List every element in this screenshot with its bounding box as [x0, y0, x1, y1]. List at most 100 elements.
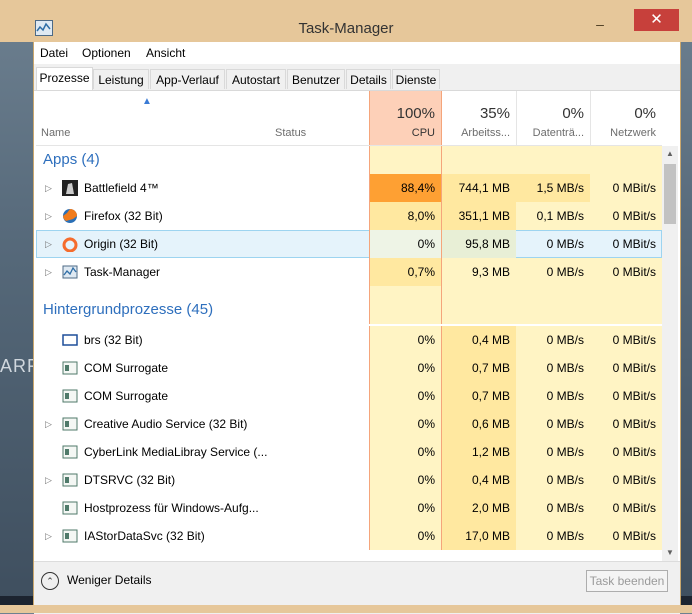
tab-dienste[interactable]: Dienste — [392, 69, 440, 89]
vertical-scrollbar[interactable]: ▲ ▼ — [662, 146, 678, 561]
memory-cell: 17,0 MB — [442, 522, 516, 550]
group-title-background: Hintergrundprozesse (45) — [43, 301, 214, 318]
column-cpu[interactable]: 100% CPU — [369, 91, 442, 145]
disk-label: Datenträ... — [532, 127, 584, 139]
column-network[interactable]: 0% Netzwerk — [590, 91, 662, 145]
table-row[interactable]: COM Surrogate 0% 0,7 MB 0 MB/s 0 MBit/s — [36, 354, 662, 382]
cpu-cell — [369, 296, 442, 324]
service-icon — [62, 528, 78, 544]
table-row[interactable]: ▷ Firefox (32 Bit) 8,0% 351,1 MB 0,1 MB/… — [36, 202, 662, 230]
table-row[interactable]: ▷ Task-Manager 0,7% 9,3 MB 0 MB/s 0 MBit… — [36, 258, 662, 286]
table-row[interactable]: Hostprozess für Windows-Aufg... 0% 2,0 M… — [36, 494, 662, 522]
process-name: IAStorDataSvc (32 Bit) — [84, 529, 205, 543]
process-name: Hostprozess für Windows-Aufg... — [84, 501, 259, 515]
disk-cell — [516, 146, 590, 174]
tab-strip: Prozesse Leistung App-Verlauf Autostart … — [34, 64, 680, 91]
tab-prozesse[interactable]: Prozesse — [36, 67, 93, 90]
network-cell: 0 MBit/s — [590, 202, 662, 230]
disk-total: 0% — [562, 105, 584, 122]
window-icon — [62, 332, 78, 348]
menu-optionen[interactable]: Optionen — [82, 46, 131, 60]
group-header-apps[interactable]: Apps (4) — [36, 146, 662, 174]
column-status[interactable]: Status — [275, 127, 306, 139]
cpu-total: 100% — [396, 105, 435, 122]
network-cell: 0 MBit/s — [590, 382, 662, 410]
tab-benutzer[interactable]: Benutzer — [287, 69, 345, 89]
group-title-apps: Apps (4) — [43, 151, 100, 168]
expand-icon[interactable]: ▷ — [45, 258, 52, 286]
cpu-cell: 0,7% — [369, 258, 442, 286]
service-icon — [62, 444, 78, 460]
network-cell: 0 MBit/s — [590, 354, 662, 382]
table-row[interactable]: ▷ DTSRVC (32 Bit) 0% 0,4 MB 0 MB/s 0 MBi… — [36, 466, 662, 494]
network-cell: 0 MBit/s — [590, 258, 662, 286]
process-name: Firefox (32 Bit) — [84, 209, 163, 223]
cpu-cell: 88,4% — [369, 174, 442, 202]
table-row[interactable]: ▷ Battlefield 4™ 88,4% 744,1 MB 1,5 MB/s… — [36, 174, 662, 202]
network-label: Netzwerk — [610, 127, 656, 139]
tab-details[interactable]: Details — [346, 69, 391, 89]
disk-cell: 0 MB/s — [516, 326, 590, 354]
process-name: Battlefield 4™ — [84, 181, 159, 195]
expand-icon[interactable]: ▷ — [45, 174, 52, 202]
end-task-button[interactable]: Task beenden — [586, 570, 668, 592]
disk-cell: 0 MB/s — [516, 258, 590, 286]
table-row[interactable]: ▷ Creative Audio Service (32 Bit) 0% 0,6… — [36, 410, 662, 438]
group-header-background[interactable]: Hintergrundprozesse (45) — [36, 296, 662, 324]
cpu-label: CPU — [411, 127, 435, 139]
table-row[interactable]: brs (32 Bit) 0% 0,4 MB 0 MB/s 0 MBit/s — [36, 326, 662, 354]
table-row[interactable]: CyberLink MediaLibray Service (... 0% 1,… — [36, 438, 662, 466]
process-name: COM Surrogate — [84, 389, 169, 403]
close-button[interactable]: ✕ — [634, 9, 679, 31]
service-icon — [62, 500, 78, 516]
memory-cell: 1,2 MB — [442, 438, 516, 466]
memory-cell — [442, 296, 516, 324]
tab-leistung[interactable]: Leistung — [93, 69, 149, 89]
network-cell: 0 MBit/s — [590, 466, 662, 494]
network-cell: 0 MBit/s — [590, 326, 662, 354]
expand-icon[interactable]: ▷ — [45, 410, 52, 438]
scroll-thumb[interactable] — [664, 164, 676, 224]
memory-cell: 2,0 MB — [442, 494, 516, 522]
column-name[interactable]: Name — [41, 127, 70, 139]
cpu-cell: 0% — [369, 326, 442, 354]
expand-icon[interactable]: ▷ — [45, 522, 52, 550]
column-memory[interactable]: 35% Arbeitss... — [442, 91, 516, 145]
cpu-cell: 0% — [369, 466, 442, 494]
disk-cell — [516, 286, 590, 296]
cpu-cell: 8,0% — [369, 202, 442, 230]
network-cell: 0 MBit/s — [590, 438, 662, 466]
column-disk[interactable]: 0% Datenträ... — [516, 91, 590, 145]
expand-icon[interactable]: ▷ — [45, 466, 52, 494]
window-frame-bottom — [0, 605, 692, 613]
group-spacer — [36, 286, 662, 296]
title-bar[interactable]: Task-Manager – ☐ ✕ — [0, 0, 692, 42]
disk-cell: 0 MB/s — [516, 354, 590, 382]
memory-cell: 0,7 MB — [442, 354, 516, 382]
scroll-up-icon[interactable]: ▲ — [662, 146, 678, 162]
minimize-button[interactable]: – — [585, 14, 615, 34]
table-row[interactable]: ▷ IAStorDataSvc (32 Bit) 0% 17,0 MB 0 MB… — [36, 522, 662, 550]
memory-cell: 351,1 MB — [442, 202, 516, 230]
tab-app-verlauf[interactable]: App-Verlauf — [150, 69, 225, 89]
cpu-cell: 0% — [369, 494, 442, 522]
process-name: CyberLink MediaLibray Service (... — [84, 445, 268, 459]
disk-cell: 0,1 MB/s — [516, 202, 590, 230]
process-name: Task-Manager — [84, 265, 161, 279]
chevron-up-icon[interactable]: ⌃ — [41, 572, 59, 590]
memory-cell: 9,3 MB — [442, 258, 516, 286]
menu-bar: Datei Optionen Ansicht — [34, 42, 680, 64]
table-row-selected[interactable]: ▷ Origin (32 Bit) 0% 95,8 MB 0 MB/s 0 MB… — [36, 230, 662, 258]
network-cell — [590, 286, 662, 296]
tab-autostart[interactable]: Autostart — [226, 69, 286, 89]
disk-cell: 0 MB/s — [516, 522, 590, 550]
network-total: 0% — [634, 105, 656, 122]
memory-cell: 744,1 MB — [442, 174, 516, 202]
menu-datei[interactable]: Datei — [40, 46, 68, 60]
expand-icon[interactable]: ▷ — [45, 202, 52, 230]
table-row[interactable]: COM Surrogate 0% 0,7 MB 0 MB/s 0 MBit/s — [36, 382, 662, 410]
expand-icon[interactable]: ▷ — [45, 230, 52, 258]
fewer-details-button[interactable]: Weniger Details — [67, 573, 151, 587]
scroll-down-icon[interactable]: ▼ — [662, 545, 678, 561]
menu-ansicht[interactable]: Ansicht — [146, 46, 185, 60]
